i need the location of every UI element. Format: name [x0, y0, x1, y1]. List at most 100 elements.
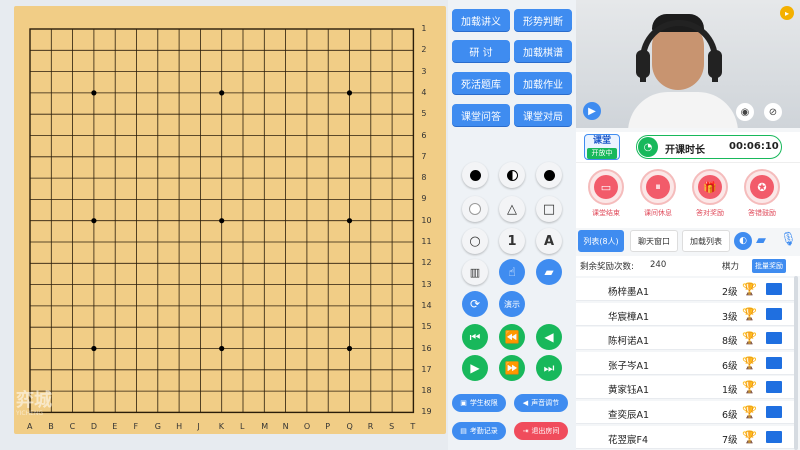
medal-icon: ✪ — [750, 175, 774, 199]
star-point — [346, 90, 353, 96]
clear-tool-icon[interactable]: ▥ — [462, 259, 488, 285]
row-label: 1 — [421, 24, 427, 33]
student-row[interactable]: 花翌宸F4 7级 🏆 — [576, 425, 794, 449]
column-label: G — [154, 422, 161, 432]
student-row[interactable]: 杨梓墨A1 2级 🏆 — [576, 278, 794, 301]
exit-room-button[interactable]: ⇥ 退出房间 — [514, 422, 568, 440]
student-name: 黄家钰A1 — [608, 385, 650, 397]
trophy-icon[interactable]: 🏆 — [742, 405, 757, 419]
row-label: 2 — [421, 45, 427, 55]
situation-judge-button[interactable]: 形势判断 — [514, 9, 572, 31]
video-camera-icon[interactable]: ▶ — [583, 102, 601, 120]
white-stone-icon[interactable] — [536, 162, 562, 188]
alternate-stones-icon[interactable] — [499, 162, 525, 188]
trophy-icon[interactable]: 🏆 — [742, 356, 757, 370]
student-row[interactable]: 华宸樟A1 3级 🏆 — [576, 302, 794, 326]
trophy-icon[interactable]: 🏆 — [742, 331, 757, 345]
refresh-icon[interactable]: ⟳ — [462, 291, 488, 317]
list-scrollbar[interactable] — [794, 276, 798, 450]
star-point — [91, 345, 97, 352]
end-class-button[interactable]: ▭ 课堂结束 — [586, 169, 626, 218]
batch-reward-button[interactable]: 批量奖励 — [752, 259, 786, 273]
student-level: 3级 — [722, 311, 738, 323]
student-row[interactable]: 陈柯诺A1 8级 🏆 — [576, 327, 794, 351]
next-move-icon[interactable]: ▶ — [462, 355, 488, 381]
column-label: K — [218, 422, 224, 432]
book-icon[interactable] — [766, 332, 782, 345]
first-move-icon[interactable]: ⏮ — [462, 324, 488, 350]
trophy-icon[interactable]: 🏆 — [742, 307, 757, 321]
wrong-encourage-button[interactable]: ✪ 答错鼓励 — [742, 169, 782, 218]
column-label: C — [69, 422, 76, 432]
load-homework-button[interactable]: 加载作业 — [514, 72, 572, 94]
trophy-icon[interactable]: 🏆 — [742, 430, 757, 444]
board-grid[interactable] — [14, 6, 446, 434]
forward-multiple-icon[interactable]: ⏩ — [499, 355, 525, 381]
star-point — [219, 90, 225, 96]
trophy-icon[interactable]: 🏆 — [742, 282, 757, 296]
previous-move-icon[interactable]: ◀ — [536, 324, 562, 350]
camera-off-icon[interactable]: ⊘ — [764, 103, 782, 121]
load-lecture-button[interactable]: 加载讲义 — [452, 9, 510, 31]
chat-bubble-icon[interactable]: ◐ — [734, 232, 752, 250]
column-label: L — [240, 422, 245, 432]
book-icon[interactable] — [766, 283, 782, 295]
class-game-button[interactable]: 课堂对局 — [514, 104, 572, 126]
tab-load-list[interactable]: 加载列表 — [682, 230, 730, 252]
student-row[interactable]: 张子岑A1 6级 🏆 — [576, 351, 794, 375]
star-point — [91, 218, 97, 224]
student-name: 陈柯诺A1 — [608, 336, 650, 348]
class-qa-button[interactable]: 课堂问答 — [452, 104, 510, 126]
book-icon[interactable] — [766, 381, 782, 394]
snapshot-camera-icon[interactable]: ◉ — [736, 103, 754, 121]
triangle-marker-icon[interactable]: △ — [499, 196, 525, 222]
timer-display: ◔ 开课时长 00:06:10 — [636, 135, 782, 159]
pointer-hand-icon[interactable]: ☝ — [499, 259, 525, 285]
column-label: F — [133, 422, 139, 432]
back-multiple-icon[interactable]: ⏪ — [499, 324, 525, 350]
book-icon[interactable] — [766, 406, 782, 418]
book-icon[interactable] — [766, 430, 782, 443]
row-label: 9 — [421, 194, 427, 204]
tab-student-list[interactable]: 列表(8人) — [578, 230, 624, 252]
class-break-button[interactable]: ⏸ 课间休息 — [638, 169, 678, 218]
correct-reward-button[interactable]: 🎁 答对奖励 — [690, 169, 730, 218]
student-name: 张子岑A1 — [608, 360, 650, 372]
star-point — [219, 345, 225, 352]
letter-marker-icon[interactable]: A — [536, 228, 562, 254]
row-label: 16 — [421, 343, 432, 353]
discussion-button[interactable]: 研 讨 — [452, 40, 510, 62]
row-label: 10 — [421, 215, 432, 225]
tab-chat[interactable]: 聊天窗口 — [630, 230, 678, 252]
student-permissions-button[interactable]: ▣ 学生权限 — [452, 394, 506, 412]
student-name: 华宸樟A1 — [608, 311, 650, 323]
student-row[interactable]: 黄家钰A1 1级 🏆 — [576, 376, 794, 400]
row-label: 5 — [421, 109, 427, 119]
paint-roller-icon[interactable]: ▰ — [536, 259, 562, 285]
exit-icon: ⇥ — [522, 427, 529, 435]
expand-icon[interactable]: ▸ — [780, 6, 794, 20]
student-row[interactable]: 查奕辰A1 6级 🏆 — [576, 401, 794, 424]
last-move-icon[interactable]: ⏭ — [536, 355, 562, 381]
book-icon[interactable] — [766, 356, 782, 369]
go-board[interactable]: 1 2 3 4 5 6 7 8 9 10 11 12 13 14 15 16 17 18 19 A B C D E F G H J K L… — [14, 6, 446, 434]
number-marker-icon[interactable]: 1 — [499, 228, 525, 254]
ring-marker-icon[interactable]: ○ — [462, 228, 488, 254]
column-label: J — [197, 422, 200, 432]
row-label: 4 — [421, 87, 427, 97]
life-death-library-button[interactable]: 死活题库 — [452, 72, 510, 94]
black-stone-icon[interactable] — [462, 162, 488, 188]
class-actions: ▭ 课堂结束 ⏸ 课间休息 🎁 答对奖励 ✪ 答错鼓励 — [576, 162, 800, 228]
timer-icon: ◔ — [638, 137, 658, 157]
square-marker-icon[interactable]: □ — [536, 196, 562, 222]
load-record-button[interactable]: 加载棋谱 — [514, 40, 572, 62]
circle-marker-icon[interactable] — [462, 196, 488, 222]
messages-icon[interactable]: ▰ — [756, 233, 766, 248]
star-point — [91, 90, 97, 96]
volume-adjust-button[interactable]: ◀ 声音调节 — [514, 394, 568, 412]
trophy-icon[interactable]: 🏆 — [742, 380, 757, 394]
attendance-record-button[interactable]: ▤ 考勤记录 — [452, 422, 506, 440]
demo-button[interactable]: 演示 — [499, 291, 525, 317]
book-icon[interactable] — [766, 307, 782, 320]
microphone-icon[interactable]: 🎙 — [780, 232, 797, 247]
